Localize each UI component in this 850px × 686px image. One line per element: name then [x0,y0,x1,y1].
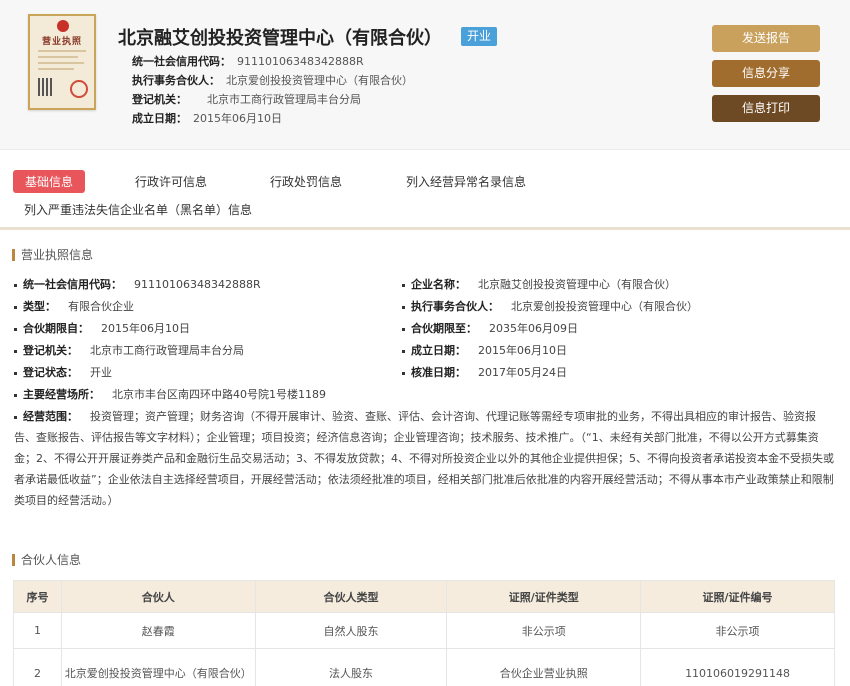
field-authority: 登记机关： 北京市工商行政管理局丰台分局 [14,342,244,358]
field-status: 登记状态： 开业 [14,364,112,380]
share-info-button[interactable]: 信息分享 [712,60,820,87]
partners-table: 序号 合伙人 合伙人类型 证照/证件类型 证照/证件编号 1 赵春霞 自然人股东… [13,580,835,686]
seal-icon [70,80,88,98]
print-info-button[interactable]: 信息打印 [712,95,820,122]
col-header-id-number: 证照/证件编号 [640,580,835,613]
header-executive-partner: 执行事务合伙人： 北京爱创投投资管理中心（有限合伙） [132,74,413,87]
table-header-row: 序号 合伙人 合伙人类型 证照/证件类型 证照/证件编号 [13,580,835,613]
field-approval-date: 核准日期： 2017年05月24日 [402,364,567,380]
table-row: 1 赵春霞 自然人股东 非公示项 非公示项 [13,612,835,649]
field-credit-code: 统一社会信用代码： 91110106348342888R [14,276,261,292]
tab-basic-info[interactable]: 基础信息 [13,170,86,193]
business-scope: 经营范围： 投资管理；资产管理；财务咨询（不得开展审计、验资、查账、评估、会计咨询… [14,406,834,511]
field-type: 类型： 有限合伙企业 [14,298,134,314]
cell-index: 1 [13,612,62,649]
cell-partner-type: 法人股东 [254,648,448,686]
business-license-thumbnail[interactable]: 营业执照 [28,14,96,110]
company-name: 北京融艾创投投资管理中心（有限合伙） [118,28,442,49]
tab-admin-license[interactable]: 行政许可信息 [135,173,207,190]
qr-code-icon [38,78,54,96]
field-term-start: 合伙期限自： 2015年06月10日 [14,320,190,336]
license-section-title: 营业执照信息 [12,249,93,261]
cell-id-type: 合伙企业营业执照 [446,648,642,686]
field-term-end: 合伙期限至： 2035年06月09日 [402,320,578,336]
cell-partner-type: 自然人股东 [254,612,448,649]
cell-partner: 赵春霞 [60,612,256,649]
tab-abnormal-list[interactable]: 列入经营异常名录信息 [406,173,526,190]
field-company-name: 企业名称： 北京融艾创投投资管理中心（有限合伙） [402,276,676,292]
cell-id-number: 非公示项 [640,612,835,649]
business-scope-label: 经营范围： [23,410,78,423]
tab-blacklist[interactable]: 列入严重违法失信企业名单（黑名单）信息 [24,201,252,218]
header-founded-date: 成立日期： 2015年06月10日 [132,112,282,125]
cell-id-number: 110106019291148 [640,648,835,686]
field-executive-partner: 执行事务合伙人： 北京爱创投投资管理中心（有限合伙） [402,298,698,314]
cell-id-type: 非公示项 [446,612,642,649]
info-tabs: 基础信息 行政许可信息 行政处罚信息 列入经营异常名录信息 列入严重违法失信企业… [0,160,850,230]
business-scope-text: 投资管理；资产管理；财务咨询（不得开展审计、验资、查账、评估、会计咨询、代理记账… [14,410,834,507]
col-header-id-type: 证照/证件类型 [446,580,642,613]
status-badge: 开业 [461,27,498,46]
cell-partner: 北京爱创投投资管理中心（有限合伙） [60,648,256,686]
col-header-index: 序号 [13,580,62,613]
company-header: 营业执照 北京融艾创投投资管理中心（有限合伙） 开业 统一社会信用代码： 9111… [0,0,850,150]
send-report-button[interactable]: 发送报告 [712,25,820,52]
col-header-partner: 合伙人 [60,580,256,613]
national-emblem-icon [57,20,69,32]
license-title: 营业执照 [41,37,82,47]
header-credit-code: 统一社会信用代码： 91110106348342888R [132,55,364,68]
cell-index: 2 [13,648,62,686]
field-address: 主要经营场所： 北京市丰台区南四环中路40号院1号楼1189 [14,386,326,402]
table-row: 2 北京爱创投投资管理中心（有限合伙） 法人股东 合伙企业营业执照 110106… [13,648,835,686]
partners-section-title: 合伙人信息 [12,554,81,566]
tab-admin-penalty[interactable]: 行政处罚信息 [270,173,342,190]
col-header-partner-type: 合伙人类型 [254,580,448,613]
header-registration-authority: 登记机关： 北京市工商行政管理局丰台分局 [132,93,361,106]
field-founded-date: 成立日期： 2015年06月10日 [402,342,567,358]
